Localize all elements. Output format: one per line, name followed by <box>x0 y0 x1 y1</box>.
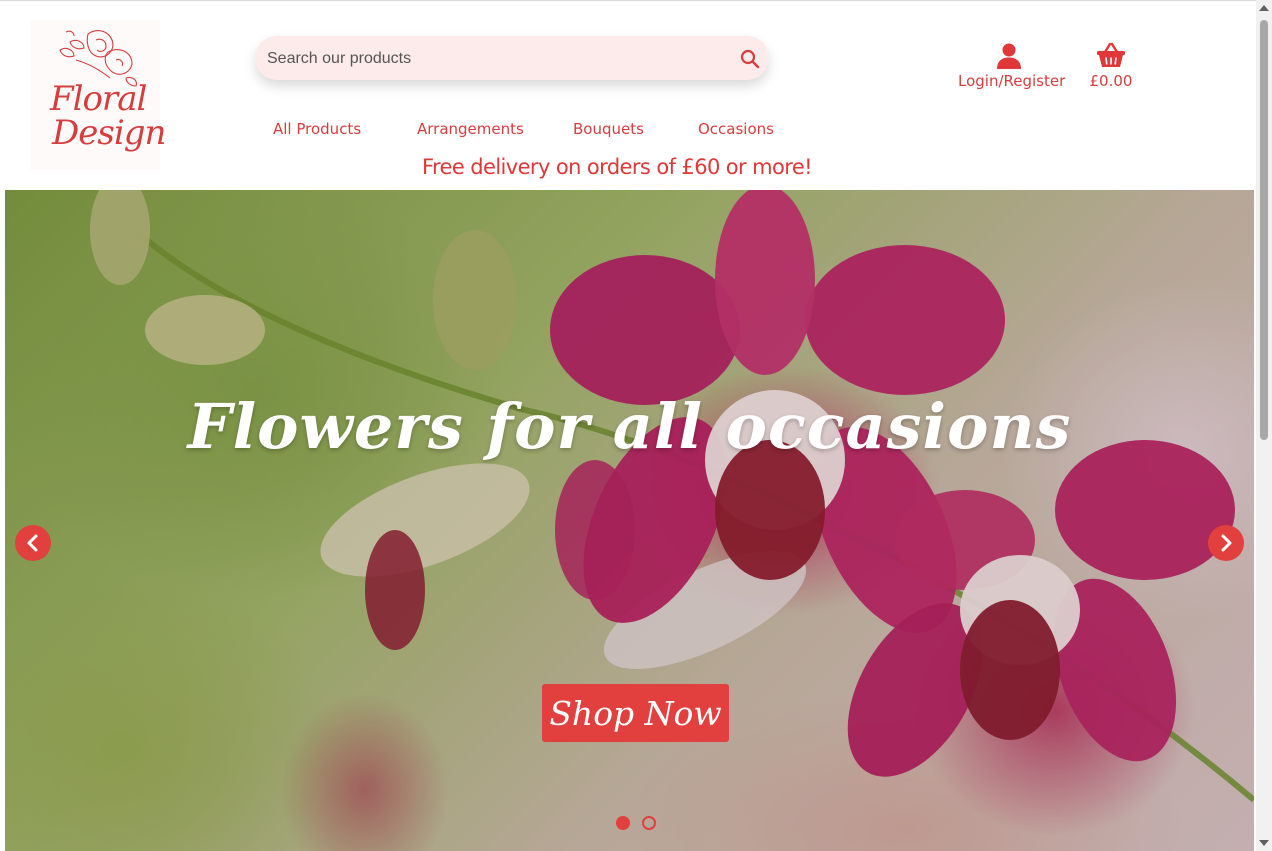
chevron-left-icon <box>27 534 38 552</box>
hero-overlay <box>5 190 1254 851</box>
shop-now-button[interactable]: Shop Now <box>542 684 729 742</box>
carousel-prev-button[interactable] <box>15 525 51 561</box>
cart-total: £0.00 <box>1089 72 1133 90</box>
search-bar <box>255 36 769 82</box>
chevron-right-icon <box>1221 534 1232 552</box>
brand-logo[interactable]: Floral Design <box>30 20 166 170</box>
top-border <box>0 0 1256 1</box>
nav-bouquets[interactable]: Bouquets <box>573 120 644 138</box>
hero-title: Flowers for all occasions <box>187 390 1072 463</box>
scrollbar-thumb[interactable] <box>1260 20 1268 440</box>
nav-all-products[interactable]: All Products <box>273 120 361 138</box>
nav-arrangements[interactable]: Arrangements <box>417 120 524 138</box>
login-register-link[interactable]: Login/Register <box>958 42 1066 98</box>
brand-name-line1: Floral <box>50 79 147 119</box>
hero-carousel: Flowers for all occasions Shop Now <box>5 190 1254 851</box>
brand-name-line2: Design <box>52 113 166 153</box>
cart-link[interactable]: £0.00 <box>1084 42 1138 98</box>
scroll-up-icon[interactable] <box>1259 5 1269 11</box>
nav-occasions[interactable]: Occasions <box>698 120 774 138</box>
scroll-down-icon[interactable] <box>1259 840 1269 846</box>
user-icon <box>997 43 1021 69</box>
basket-icon <box>1097 42 1125 67</box>
search-icon[interactable] <box>739 48 761 70</box>
page-scrollbar[interactable] <box>1256 0 1272 851</box>
carousel-dot-1[interactable] <box>616 816 630 830</box>
promo-banner: Free delivery on orders of £60 or more! <box>422 155 813 179</box>
search-input[interactable] <box>265 36 729 82</box>
login-register-label: Login/Register <box>958 72 1066 90</box>
carousel-next-button[interactable] <box>1208 525 1244 561</box>
carousel-dot-2[interactable] <box>642 816 656 830</box>
